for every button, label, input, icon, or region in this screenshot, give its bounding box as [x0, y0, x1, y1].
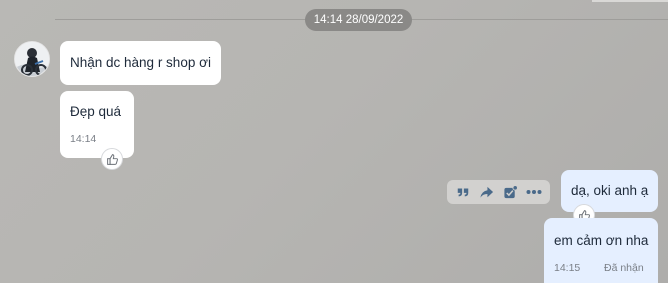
message-text: Đẹp quá [70, 104, 122, 119]
avatar[interactable] [14, 41, 50, 77]
message-text: Nhận dc hàng r shop ơi [70, 55, 211, 70]
more-icon[interactable] [525, 183, 543, 201]
date-separator: 14:14 28/09/2022 [305, 9, 412, 31]
thumbs-up-icon [106, 153, 118, 165]
message-action-toolbar [447, 180, 550, 204]
like-reaction-button[interactable] [101, 148, 123, 170]
avatar-photo [15, 42, 49, 76]
delivery-status: Đã nhận [604, 262, 644, 274]
share-icon[interactable] [478, 183, 496, 201]
header-edge [592, 0, 668, 2]
message-bubble-incoming[interactable]: Đẹp quá 14:14 [60, 91, 134, 158]
message-bubble-outgoing[interactable]: em cảm ơn nha 14:15 Đã nhận [544, 218, 658, 283]
message-time: 14:15 [554, 262, 581, 274]
message-bubble-outgoing[interactable]: dạ, oki anh ạ [561, 170, 658, 212]
message-text: dạ, oki anh ạ [571, 183, 649, 198]
mark-task-icon[interactable] [501, 183, 519, 201]
quote-icon[interactable] [454, 183, 472, 201]
message-text: em cảm ơn nha [554, 233, 649, 248]
message-time: 14:14 [70, 133, 97, 145]
message-bubble-incoming[interactable]: Nhận dc hàng r shop ơi [60, 41, 221, 85]
